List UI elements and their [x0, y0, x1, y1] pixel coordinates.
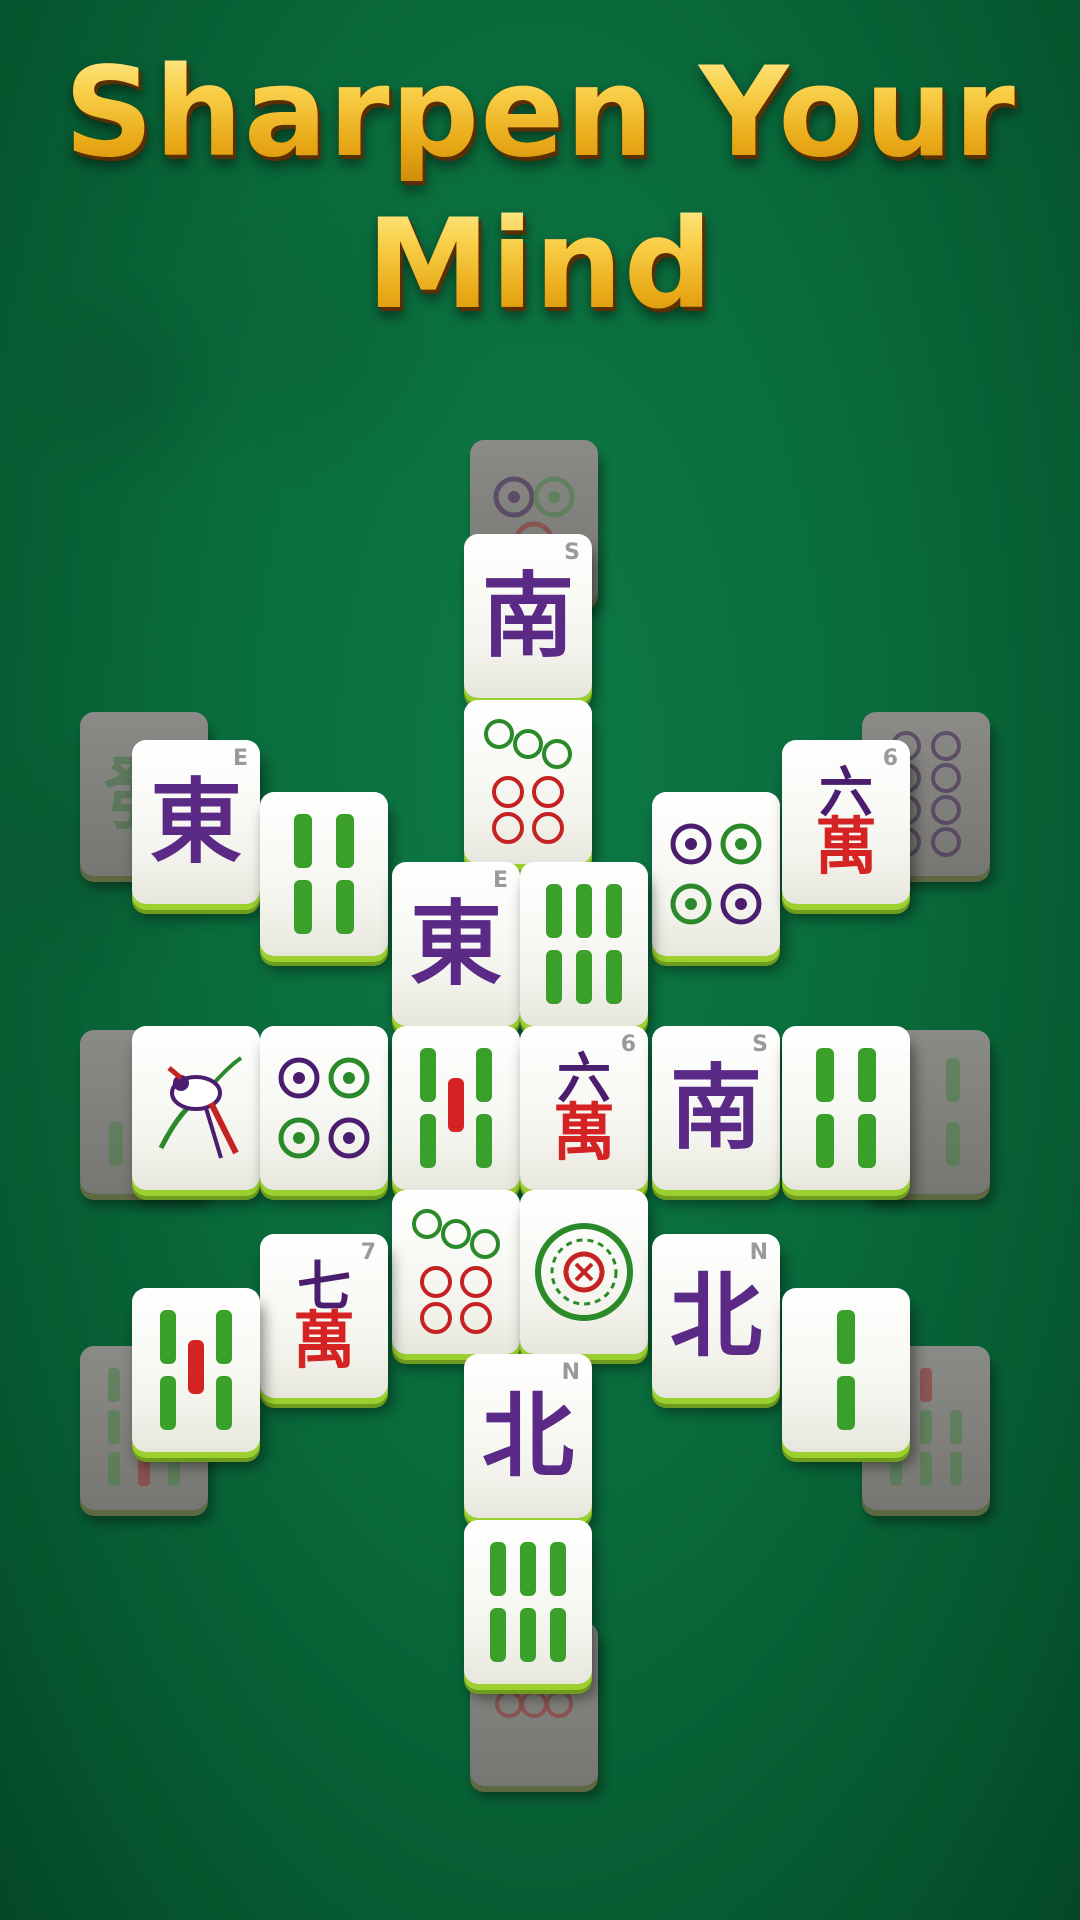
tile-corner-label: N — [561, 1360, 580, 1385]
tile-six-character-mid[interactable]: 6 六 萬 — [520, 1026, 648, 1190]
north-wind-icon: 北 — [481, 1382, 574, 1490]
tile-south-wind-mid[interactable]: S 南 — [652, 1026, 780, 1190]
dots-icon — [484, 719, 572, 844]
tile-seven-character-low[interactable]: 7 七 萬 — [260, 1234, 388, 1398]
tile-corner-label: 7 — [360, 1240, 376, 1265]
tile-bamboo-four-left[interactable] — [260, 792, 388, 956]
tile-corner-label: 6 — [620, 1032, 636, 1057]
east-wind-icon: 東 — [409, 890, 502, 998]
tile-dots-seven-low[interactable] — [392, 1190, 520, 1354]
tile-corner-label: 6 — [882, 746, 898, 771]
bird-icon — [158, 1056, 243, 1159]
tile-bamboo-five-low[interactable] — [132, 1288, 260, 1452]
tile-dots-seven-top[interactable] — [464, 700, 592, 864]
tile-east-wind-left[interactable]: E 東 — [132, 740, 260, 904]
dots-icon — [278, 1057, 370, 1159]
tile-six-character-right[interactable]: 6 六 萬 — [782, 740, 910, 904]
bamboo-icon — [837, 1310, 855, 1430]
tile-dots-one-low[interactable] — [520, 1190, 648, 1354]
dots-icon — [670, 823, 762, 925]
tile-corner-label: E — [492, 868, 508, 893]
tile-south-wind-top[interactable]: S 南 — [464, 534, 592, 698]
bamboo-icon — [490, 1542, 566, 1662]
tile-corner-label: S — [752, 1032, 768, 1057]
tile-corner-label: E — [232, 746, 248, 771]
character-seven-icon: 七 萬 — [292, 1253, 355, 1378]
bamboo-icon — [294, 814, 354, 934]
dots-icon — [412, 1209, 500, 1334]
tile-north-wind-low[interactable]: N 北 — [652, 1234, 780, 1398]
tile-bamboo-two-low[interactable] — [782, 1288, 910, 1452]
character-six-icon: 六 萬 — [814, 759, 877, 884]
tile-bamboo-six-center[interactable] — [520, 862, 648, 1026]
character-six-icon: 六 萬 — [552, 1045, 615, 1170]
tile-bamboo-five-mid[interactable] — [392, 1026, 520, 1190]
mahjong-board: 發 — [0, 0, 1080, 1920]
bamboo-icon — [546, 884, 622, 1004]
tile-bird-bamboo-one[interactable] — [132, 1026, 260, 1190]
tile-dots-four-mid[interactable] — [260, 1026, 388, 1190]
tile-dots-four-right[interactable] — [652, 792, 780, 956]
bamboo-icon — [160, 1310, 232, 1430]
north-wind-icon: 北 — [669, 1262, 762, 1370]
one-dot-icon — [535, 1223, 633, 1321]
tile-east-wind-center[interactable]: E 東 — [392, 862, 520, 1026]
east-wind-icon: 東 — [149, 768, 242, 876]
tile-bamboo-six-bottom[interactable] — [464, 1520, 592, 1684]
tile-corner-label: N — [749, 1240, 768, 1265]
tile-north-wind-bottom[interactable]: N 北 — [464, 1354, 592, 1518]
bamboo-icon — [420, 1048, 492, 1168]
south-wind-icon: 南 — [669, 1054, 762, 1162]
south-wind-icon: 南 — [481, 562, 574, 670]
tile-bamboo-four-mid[interactable] — [782, 1026, 910, 1190]
bamboo-icon — [816, 1048, 876, 1168]
tile-corner-label: S — [564, 540, 580, 565]
